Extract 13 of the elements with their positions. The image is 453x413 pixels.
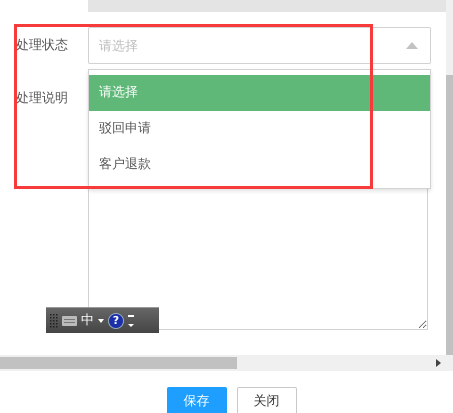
dropdown-option[interactable]: 客户退款 — [89, 147, 430, 183]
keyboard-icon — [62, 316, 77, 326]
dropdown-option[interactable]: 驳回申请 — [89, 111, 430, 147]
help-icon[interactable]: ? — [108, 312, 124, 328]
grip-icon — [50, 312, 58, 328]
field-label: 处理说明 — [15, 90, 69, 108]
caret-icon — [406, 42, 418, 49]
input-mode-toggle[interactable]: 中 — [81, 314, 94, 327]
scroll-right-icon[interactable] — [436, 359, 441, 367]
close-button[interactable]: 关闭 — [236, 387, 296, 413]
caret-icon — [98, 318, 104, 322]
minimize-icon — [128, 312, 134, 328]
field-label: 处理状态 — [15, 37, 69, 55]
